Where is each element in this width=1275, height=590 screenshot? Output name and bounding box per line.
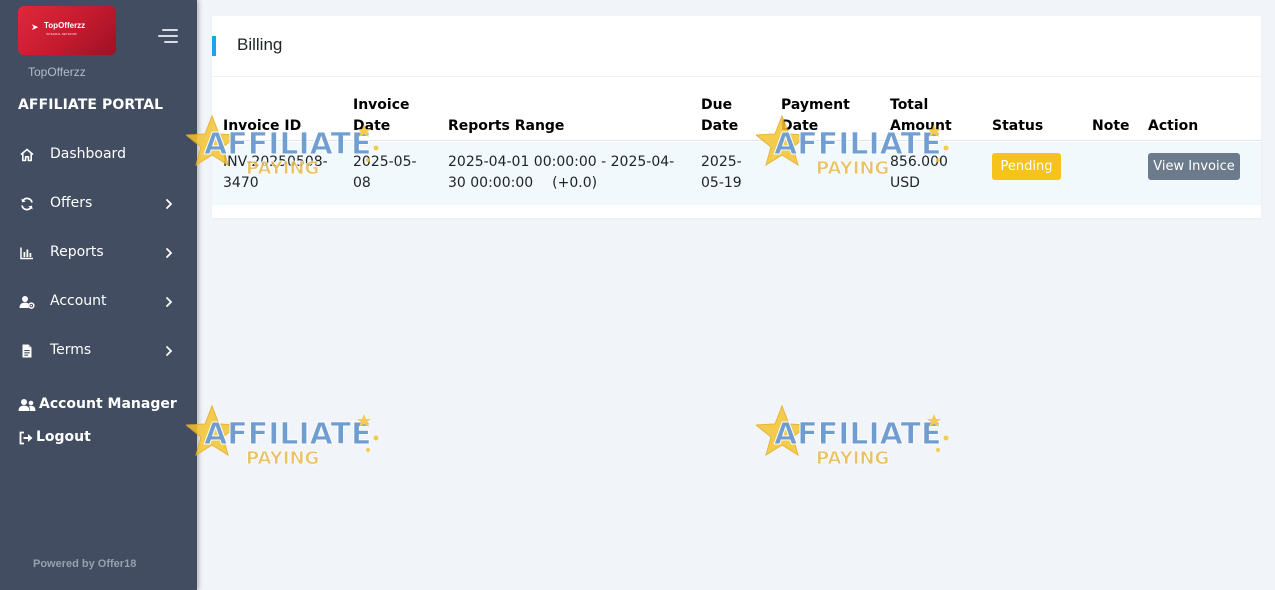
sidebar: ➤ TopOfferzz INTEGRAL NETWORK TopOfferzz… — [0, 0, 197, 590]
cell-reports-range: 2025-04-01 00:00:00 - 2025-04- 30 00:00:… — [448, 154, 675, 191]
watermark-line2: PAYING — [816, 448, 889, 469]
sidebar-item-dashboard[interactable]: Dashboard — [0, 138, 197, 172]
status-badge: Pending — [992, 153, 1061, 180]
column-header-invoice-date[interactable]: Invoice Date — [353, 95, 410, 137]
sidebar-item-label: Offers — [50, 195, 93, 211]
sidebar-toggle-icon[interactable] — [158, 29, 178, 43]
sidebar-item-label: Account — [50, 293, 107, 309]
chevron-right-icon — [166, 297, 173, 307]
sidebar-item-label: Dashboard — [50, 146, 126, 162]
column-header-reports-range[interactable]: Reports Range — [448, 116, 564, 137]
page-title: Billing — [237, 35, 283, 54]
logout-label: Logout — [36, 429, 91, 445]
chevron-right-icon — [166, 346, 173, 356]
rocket-icon: ➤ — [31, 23, 39, 33]
home-icon — [20, 148, 34, 162]
column-header-payment-date[interactable]: Payment Date — [781, 95, 850, 137]
column-header-action: Action — [1148, 118, 1199, 134]
watermark-line2: PAYING — [246, 448, 319, 469]
chevron-right-icon — [166, 248, 173, 258]
powered-by: Powered by Offer18 — [33, 558, 137, 570]
cell-due-date: 2025- 05-19 — [701, 154, 742, 191]
table-header: Invoice ID Invoice Date Reports Range Du… — [212, 78, 1261, 141]
cell-invoice-date: 2025-05- 08 — [353, 154, 417, 191]
column-header-status[interactable]: Status — [992, 116, 1043, 137]
title-accent — [212, 36, 216, 56]
watermark-line1: AFFILIATE — [774, 417, 942, 452]
watermark-logo: AFFILIATE PAYING — [756, 404, 949, 469]
brand-logo[interactable]: ➤ TopOfferzz INTEGRAL NETWORK — [18, 6, 116, 55]
logout-icon — [19, 431, 33, 445]
sidebar-item-label: Reports — [50, 244, 104, 260]
sidebar-item-offers[interactable]: Offers — [0, 187, 197, 221]
billing-card: Billing Invoice ID Invoice Date Reports … — [212, 16, 1261, 218]
logo-subtitle: INTEGRAL NETWORK — [46, 32, 78, 36]
users-icon — [18, 399, 36, 411]
column-header-note[interactable]: Note — [1092, 116, 1130, 137]
view-invoice-button[interactable]: View Invoice — [1148, 153, 1240, 180]
sidebar-item-terms[interactable]: Terms — [0, 334, 197, 368]
sidebar-item-label: Terms — [50, 342, 92, 358]
column-header-due-date[interactable]: Due Date — [701, 95, 738, 137]
cell-invoice-id: INV-20250508- 3470 — [223, 154, 328, 191]
sidebar-item-account[interactable]: Account — [0, 285, 197, 319]
logo-text: TopOfferzz — [44, 21, 86, 30]
portal-title: AFFILIATE PORTAL — [18, 97, 164, 113]
bar-chart-icon — [20, 247, 33, 260]
column-header-total-amount[interactable]: Total Amount — [890, 95, 952, 137]
watermark-logo: AFFILIATE PAYING — [186, 404, 379, 469]
table-row: INV-20250508- 3470 2025-05- 08 2025-04-0… — [212, 142, 1261, 205]
brand-name: TopOfferzz — [28, 65, 86, 79]
cell-total-amount: 856.000 USD — [890, 154, 948, 191]
watermark-line1: AFFILIATE — [204, 417, 372, 452]
chevron-right-icon — [166, 199, 173, 209]
user-cog-icon — [19, 296, 35, 309]
card-header: Billing — [212, 16, 1261, 77]
account-manager-label: Account Manager — [39, 396, 177, 412]
document-icon — [22, 344, 32, 358]
sidebar-item-reports[interactable]: Reports — [0, 236, 197, 270]
sync-icon — [21, 197, 33, 211]
column-header-invoice-id[interactable]: Invoice ID — [223, 116, 301, 137]
